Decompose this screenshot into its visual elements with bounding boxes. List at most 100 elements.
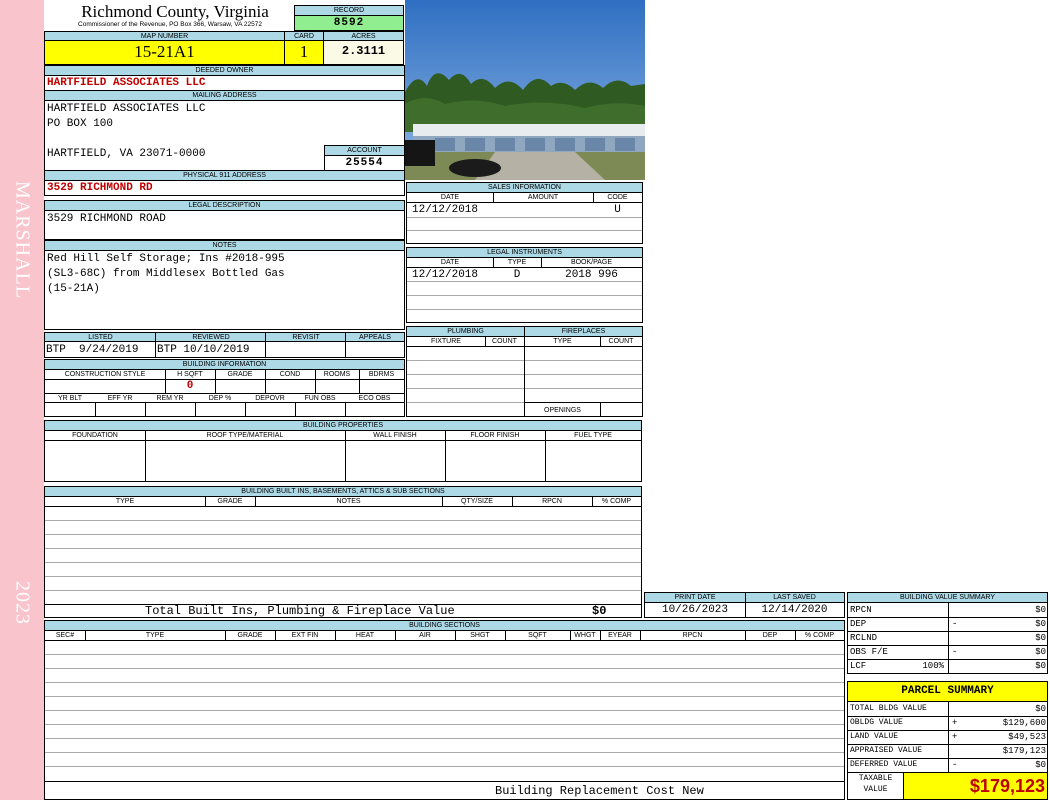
deferred-value: $0 (1035, 760, 1046, 770)
last-saved-label: LAST SAVED (773, 594, 816, 601)
sec-type-label: TYPE (145, 632, 165, 639)
building-properties-label: BUILDING PROPERTIES (45, 421, 641, 431)
instrument-date: 12/12/2018 (412, 269, 479, 281)
built-ins-box: BUILDING BUILT INS, BASEMENTS, ATTICS & … (44, 486, 642, 618)
land-value-label: LAND VALUE (850, 732, 899, 741)
taxable-label-2: VALUE (863, 785, 888, 794)
listing-box: LISTED REVIEWED REVISIT APPEALS BTP 9/24… (44, 332, 405, 358)
mailing-line-3: HARTFIELD, VA 23071-0000 (47, 148, 206, 160)
total-bldg-label: TOTAL BLDG VALUE (850, 704, 927, 713)
sec-dep-label: DEP (762, 632, 778, 639)
account-label: ACCOUNT (325, 146, 404, 156)
grade-label: GRADE (227, 371, 253, 378)
builtins-total-value: $0 (592, 604, 607, 618)
cond-label: COND (279, 371, 301, 378)
record-number: 8592 (333, 17, 365, 29)
notes-label: NOTES (45, 241, 404, 251)
card-number: 1 (299, 42, 309, 61)
instrument-type-label: TYPE (507, 259, 527, 266)
sec-shgt-label: SHGT (470, 632, 490, 639)
listed-label: LISTED (88, 334, 113, 341)
bvs-rclnd-label: RCLND (850, 633, 878, 643)
notes-line-1: Red Hill Self Storage; Ins #2018-995 (47, 253, 285, 265)
plumbing-label: PLUMBING (407, 327, 524, 337)
bvs-lcf-pct: 100% (922, 661, 944, 671)
notes-line-2: (SL3-68C) from Middlesex Bottled Gas (47, 268, 285, 280)
sec-extfin-label: EXT FIN (291, 632, 319, 639)
mailing-line-1: HARTFIELD ASSOCIATES LLC (47, 103, 206, 115)
instrument-bookpage: 2018 996 (565, 269, 618, 281)
physical-address-label: PHYSICAL 911 ADDRESS (45, 171, 404, 181)
sales-code: U (614, 204, 621, 216)
reviewed-label: REVIEWED (192, 334, 230, 341)
legal-description-label: LEGAL DESCRIPTION (45, 201, 404, 211)
notes-line-3: (15-21A) (47, 283, 100, 295)
sales-date: 12/12/2018 (412, 204, 479, 216)
acres-box: ACRES 2.3111 (323, 31, 404, 65)
sales-amount-label: AMOUNT (527, 194, 559, 201)
bdrms-label: BDRMS (368, 371, 395, 378)
instrument-date-label: DATE (440, 259, 460, 266)
legal-description: 3529 RICHMOND ROAD (47, 213, 166, 225)
roof-label: ROOF TYPE/MATERIAL (206, 432, 284, 439)
map-number-label: MAP NUMBER (45, 32, 284, 41)
foundation-label: FOUNDATION (72, 432, 118, 439)
builtin-qty-label: QTY/SIZE (461, 498, 493, 505)
appraised-value: $179,123 (1002, 746, 1046, 756)
builtin-type-label: TYPE (115, 498, 135, 505)
parcel-summary-box: PARCEL SUMMARY TOTAL BLDG VALUE $0 OBLDG… (847, 681, 1048, 800)
notes-box: NOTES Red Hill Self Storage; Ins #2018-9… (44, 240, 405, 330)
building-sections-box: BUILDING SECTIONS SEC# TYPE GRADE EXT FI… (44, 620, 845, 800)
map-number-box: MAP NUMBER 15-21A1 (44, 31, 285, 65)
taxable-value: $179,123 (969, 776, 1045, 796)
building-info-box: BUILDING INFORMATION CONSTRUCTION STYLE … (44, 359, 405, 417)
hsqft-label: H SQFT (177, 371, 203, 378)
record-label: RECORD (295, 6, 403, 16)
sec-rpcn-label: RPCN (682, 632, 703, 639)
account-box: ACCOUNT 25554 (324, 145, 405, 171)
total-bldg-value: $0 (1035, 704, 1046, 714)
sec-sqft-label: SQFT (528, 632, 547, 639)
sec-label: SEC# (55, 632, 75, 639)
sec-heat-label: HEAT (355, 632, 375, 639)
dates-box: PRINT DATE LAST SAVED 10/26/2023 12/14/2… (644, 592, 845, 618)
built-ins-label: BUILDING BUILT INS, BASEMENTS, ATTICS & … (45, 487, 641, 497)
fixture-label: FIXTURE (431, 338, 461, 345)
deferred-label: DEFERRED VALUE (850, 760, 918, 769)
hsqft-value: 0 (186, 380, 194, 392)
fireplace-count-label: COUNT (608, 338, 634, 345)
building-value-summary-box: BUILDING VALUE SUMMARY RPCN $0 DEP - $0 … (847, 592, 1048, 674)
card-label: CARD (285, 32, 323, 41)
acres-value: 2.3111 (341, 44, 386, 58)
obldg-value: $129,600 (1002, 718, 1046, 728)
construction-style-label: CONSTRUCTION STYLE (64, 371, 146, 378)
card-box: CARD 1 (284, 31, 324, 65)
builtins-total-label: Total Built Ins, Plumbing & Fireplace Va… (145, 604, 455, 618)
county-title: Richmond County, Virginia (81, 2, 269, 21)
last-saved: 12/14/2020 (761, 604, 828, 616)
bvs-obs-value: $0 (1035, 647, 1046, 657)
bvs-dep-value: $0 (1035, 619, 1046, 629)
reviewed-value: BTP 10/10/2019 (157, 344, 250, 356)
side-bar (0, 0, 44, 800)
bvs-lcf-value: $0 (1035, 661, 1046, 671)
plumbing-count-label: COUNT (492, 338, 517, 345)
listed-value: BTP 9/24/2019 (46, 344, 139, 356)
openings-label: OPENINGS (544, 407, 581, 414)
floor-finish-label: FLOOR FINISH (470, 432, 520, 439)
bvs-rclnd-value: $0 (1035, 633, 1046, 643)
sales-date-label: DATE (440, 194, 460, 201)
map-number: 15-21A1 (134, 42, 195, 61)
bvs-obs-label: OBS F/E (850, 647, 888, 657)
fuel-type-label: FUEL TYPE (574, 432, 612, 439)
print-date: 10/26/2023 (661, 604, 728, 616)
sales-info-box: SALES INFORMATION DATE AMOUNT CODE 12/12… (406, 182, 643, 244)
rooms-label: ROOMS (323, 371, 351, 378)
mailing-address-label: MAILING ADDRESS (45, 91, 404, 101)
sec-eyear-label: EYEAR (608, 632, 632, 639)
record-box: RECORD 8592 (294, 5, 404, 31)
fireplaces-label: FIREPLACES (525, 327, 642, 337)
building-sections-label: BUILDING SECTIONS (45, 621, 844, 631)
acres-label: ACRES (324, 32, 403, 41)
legal-description-box: LEGAL DESCRIPTION 3529 RICHMOND ROAD (44, 200, 405, 240)
